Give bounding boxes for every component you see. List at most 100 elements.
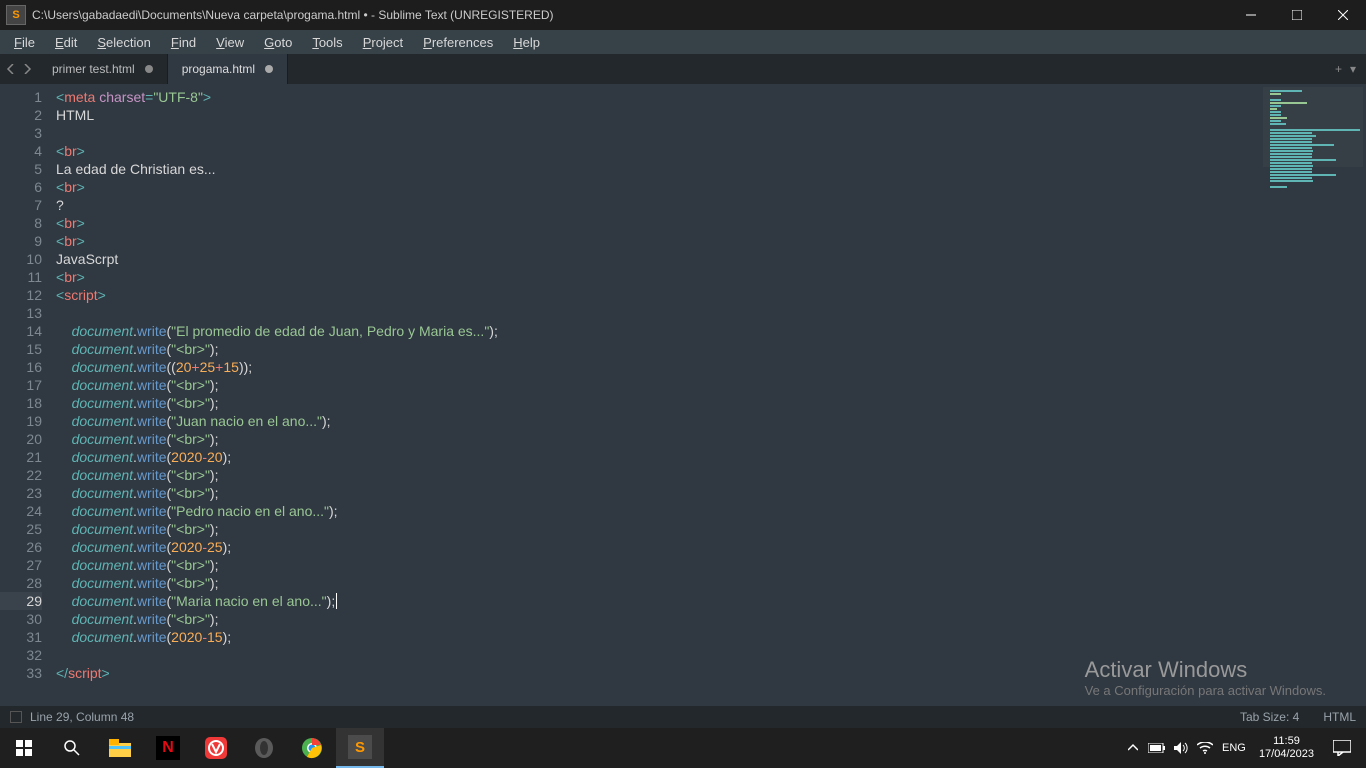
vivaldi-icon[interactable] [192,728,240,768]
start-button[interactable] [0,728,48,768]
menu-selection[interactable]: Selection [87,33,160,52]
line-number[interactable]: 4 [0,142,42,160]
line-number[interactable]: 25 [0,520,42,538]
line-number[interactable]: 11 [0,268,42,286]
line-number[interactable]: 31 [0,628,42,646]
line-number[interactable]: 8 [0,214,42,232]
code-line[interactable]: document.write("<br>"); [56,520,1256,538]
code-line[interactable]: document.write(2020-20); [56,448,1256,466]
menu-file[interactable]: File [4,33,45,52]
menu-goto[interactable]: Goto [254,33,302,52]
line-number[interactable]: 26 [0,538,42,556]
code-line[interactable]: <br> [56,178,1256,196]
code-area[interactable]: <meta charset="UTF-8">HTML<br>La edad de… [52,84,1256,730]
new-tab-button[interactable]: + [1335,62,1342,76]
code-line[interactable]: document.write("Pedro nacio en el ano...… [56,502,1256,520]
line-number[interactable]: 22 [0,466,42,484]
code-line[interactable]: document.write("<br>"); [56,574,1256,592]
code-line[interactable]: </script> [56,664,1256,682]
tab-dropdown-icon[interactable]: ▾ [1350,62,1356,76]
code-line[interactable]: <br> [56,268,1256,286]
menu-preferences[interactable]: Preferences [413,33,503,52]
close-button[interactable] [1320,0,1366,30]
clock[interactable]: 11:59 17/04/2023 [1251,735,1322,761]
wifi-icon[interactable] [1193,728,1217,768]
code-line[interactable]: document.write("<br>"); [56,556,1256,574]
tab-progama-html[interactable]: progama.html [168,54,288,84]
line-number[interactable]: 18 [0,394,42,412]
code-line[interactable]: document.write("<br>"); [56,466,1256,484]
notifications-button[interactable] [1322,740,1362,756]
sublime-icon[interactable]: S [336,728,384,768]
chrome-icon[interactable] [288,728,336,768]
tab-prev-icon[interactable] [6,64,16,74]
line-number[interactable]: 12 [0,286,42,304]
code-line[interactable]: document.write("<br>"); [56,394,1256,412]
menu-project[interactable]: Project [353,33,413,52]
code-line[interactable]: document.write("<br>"); [56,484,1256,502]
volume-icon[interactable] [1169,728,1193,768]
line-number[interactable]: 10 [0,250,42,268]
code-line[interactable]: <br> [56,214,1256,232]
line-number[interactable]: 24 [0,502,42,520]
line-number[interactable]: 23 [0,484,42,502]
language-indicator[interactable]: ENG [1217,728,1251,768]
minimize-button[interactable] [1228,0,1274,30]
code-line[interactable]: <br> [56,142,1256,160]
code-line[interactable] [56,304,1256,322]
code-line[interactable] [56,124,1256,142]
menu-find[interactable]: Find [161,33,206,52]
search-button[interactable] [48,728,96,768]
line-number[interactable]: 20 [0,430,42,448]
line-number[interactable]: 21 [0,448,42,466]
line-number[interactable]: 29 [0,592,42,610]
tab-next-icon[interactable] [22,64,32,74]
tray-chevron-icon[interactable] [1121,728,1145,768]
code-line[interactable]: document.write("<br>"); [56,376,1256,394]
minimap[interactable] [1256,84,1366,730]
line-number[interactable]: 16 [0,358,42,376]
code-line[interactable]: document.write("<br>"); [56,610,1256,628]
code-line[interactable] [56,646,1256,664]
line-number[interactable]: 15 [0,340,42,358]
status-syntax[interactable]: HTML [1323,710,1356,724]
code-line[interactable]: document.write("<br>"); [56,430,1256,448]
code-line[interactable]: document.write("Maria nacio en el ano...… [56,592,1256,610]
line-number[interactable]: 17 [0,376,42,394]
tab-nav[interactable] [0,54,38,84]
code-line[interactable]: document.write(2020-15); [56,628,1256,646]
status-panel-icon[interactable] [10,711,22,723]
netflix-icon[interactable]: N [144,728,192,768]
code-line[interactable]: JavaScrpt [56,250,1256,268]
status-tabsize[interactable]: Tab Size: 4 [1240,710,1299,724]
code-line[interactable]: document.write((20+25+15)); [56,358,1256,376]
line-number[interactable]: 27 [0,556,42,574]
line-number[interactable]: 14 [0,322,42,340]
code-line[interactable]: HTML [56,106,1256,124]
line-number[interactable]: 7 [0,196,42,214]
line-number[interactable]: 2 [0,106,42,124]
code-line[interactable]: document.write("<br>"); [56,340,1256,358]
menu-edit[interactable]: Edit [45,33,87,52]
line-number[interactable]: 9 [0,232,42,250]
menu-tools[interactable]: Tools [302,33,352,52]
code-line[interactable]: document.write(2020-25); [56,538,1256,556]
line-number[interactable]: 13 [0,304,42,322]
code-line[interactable]: <meta charset="UTF-8"> [56,88,1256,106]
line-number[interactable]: 5 [0,160,42,178]
line-number[interactable]: 1 [0,88,42,106]
code-line[interactable]: document.write("Juan nacio en el ano..."… [56,412,1256,430]
line-number[interactable]: 33 [0,664,42,682]
opera-icon[interactable] [240,728,288,768]
tab-primer-test-html[interactable]: primer test.html [38,54,168,84]
code-line[interactable]: <script> [56,286,1256,304]
battery-icon[interactable] [1145,728,1169,768]
line-number[interactable]: 6 [0,178,42,196]
maximize-button[interactable] [1274,0,1320,30]
code-line[interactable]: <br> [56,232,1256,250]
line-number[interactable]: 19 [0,412,42,430]
menu-view[interactable]: View [206,33,254,52]
code-line[interactable]: La edad de Christian es... [56,160,1256,178]
line-number[interactable]: 28 [0,574,42,592]
line-number[interactable]: 30 [0,610,42,628]
